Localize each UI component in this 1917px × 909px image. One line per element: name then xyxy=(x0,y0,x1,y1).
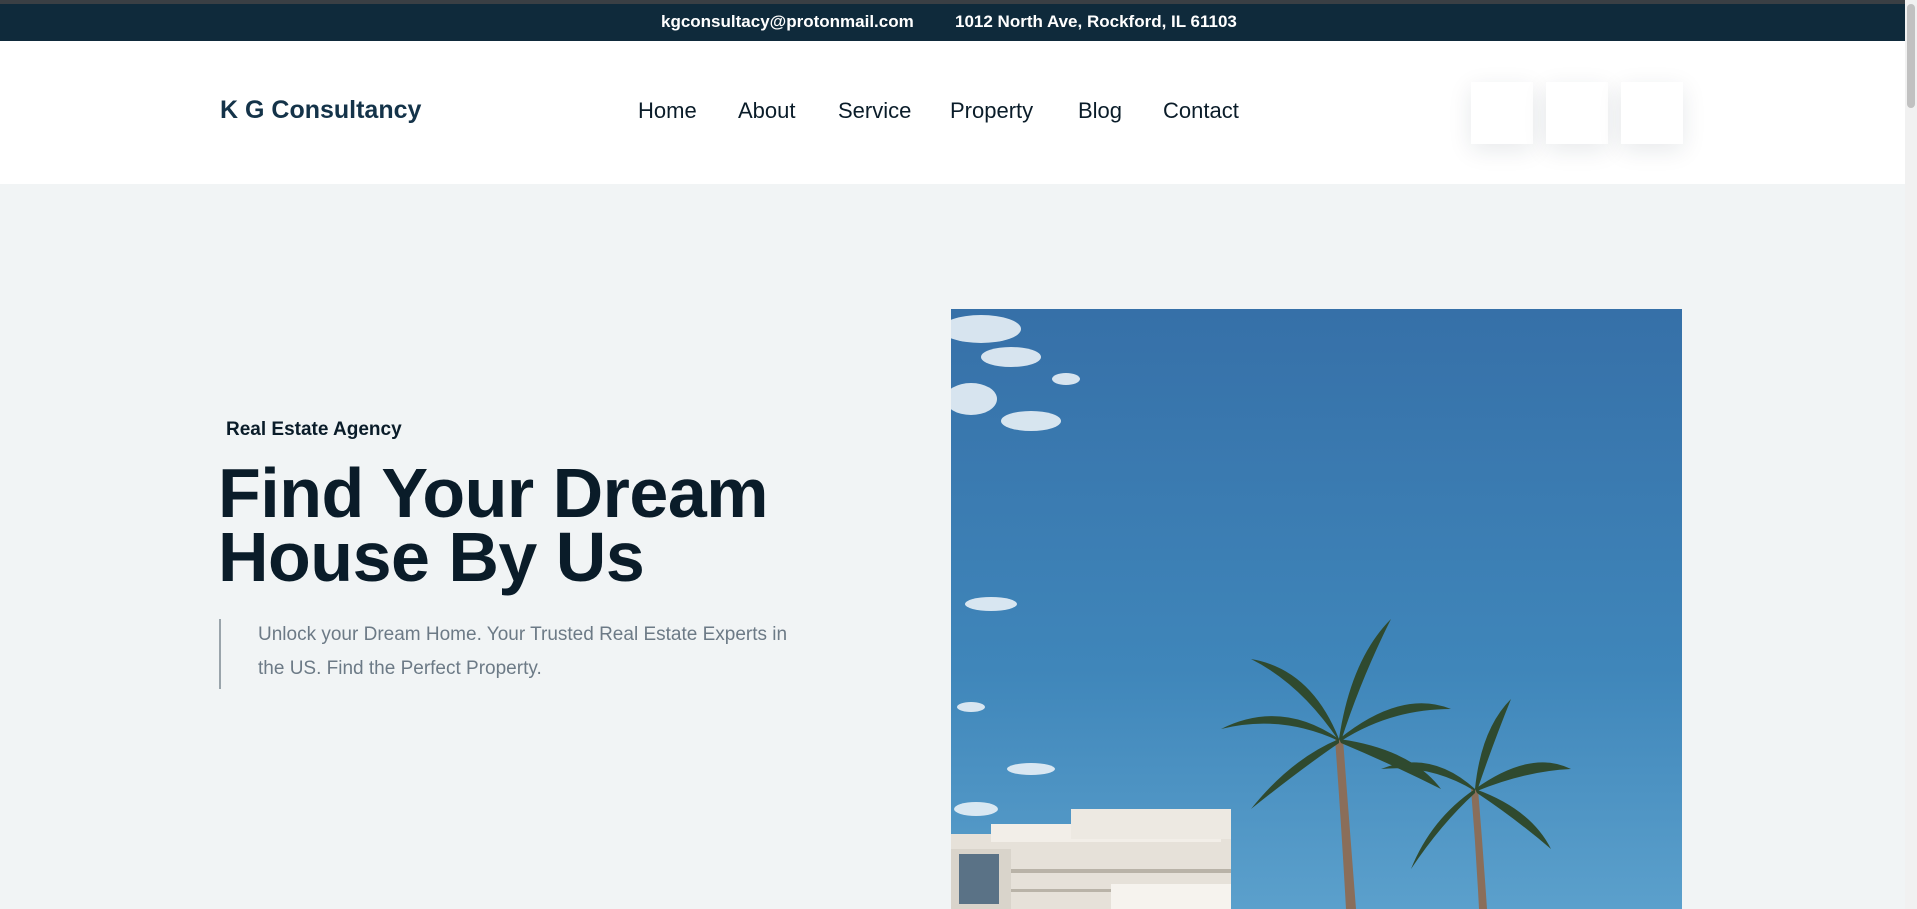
nav-blog[interactable]: Blog xyxy=(1078,98,1122,124)
social-icon-button-2[interactable] xyxy=(1546,82,1608,144)
nav-service[interactable]: Service xyxy=(838,98,911,124)
page-scrollbar[interactable] xyxy=(1905,0,1917,909)
site-logo[interactable]: K G Consultancy xyxy=(220,96,421,125)
scrollbar-thumb[interactable] xyxy=(1907,4,1915,108)
top-info-bar: kgconsultacy@protonmail.com 1012 North A… xyxy=(0,0,1905,41)
nav-home[interactable]: Home xyxy=(638,98,697,124)
social-icon-button-3[interactable] xyxy=(1621,82,1683,144)
nav-about[interactable]: About xyxy=(738,98,796,124)
hero-headline: Find Your Dream House By Us xyxy=(218,458,818,592)
nav-contact[interactable]: Contact xyxy=(1163,98,1239,124)
contact-address: 1012 North Ave, Rockford, IL 61103 xyxy=(955,12,1237,31)
page: kgconsultacy@protonmail.com 1012 North A… xyxy=(0,0,1917,909)
hero-description: Unlock your Dream Home. Your Trusted Rea… xyxy=(258,624,788,679)
contact-email[interactable]: kgconsultacy@protonmail.com xyxy=(661,12,914,32)
hero-headline-line-2: House By Us xyxy=(218,518,645,596)
description-accent-bar xyxy=(219,619,221,689)
hero-image xyxy=(951,309,1682,909)
social-icon-button-1[interactable] xyxy=(1471,82,1533,144)
site-header: K G Consultancy Home About Service Prope… xyxy=(0,41,1905,184)
nav-property[interactable]: Property xyxy=(950,98,1033,124)
hero-tagline: Real Estate Agency xyxy=(226,419,402,440)
